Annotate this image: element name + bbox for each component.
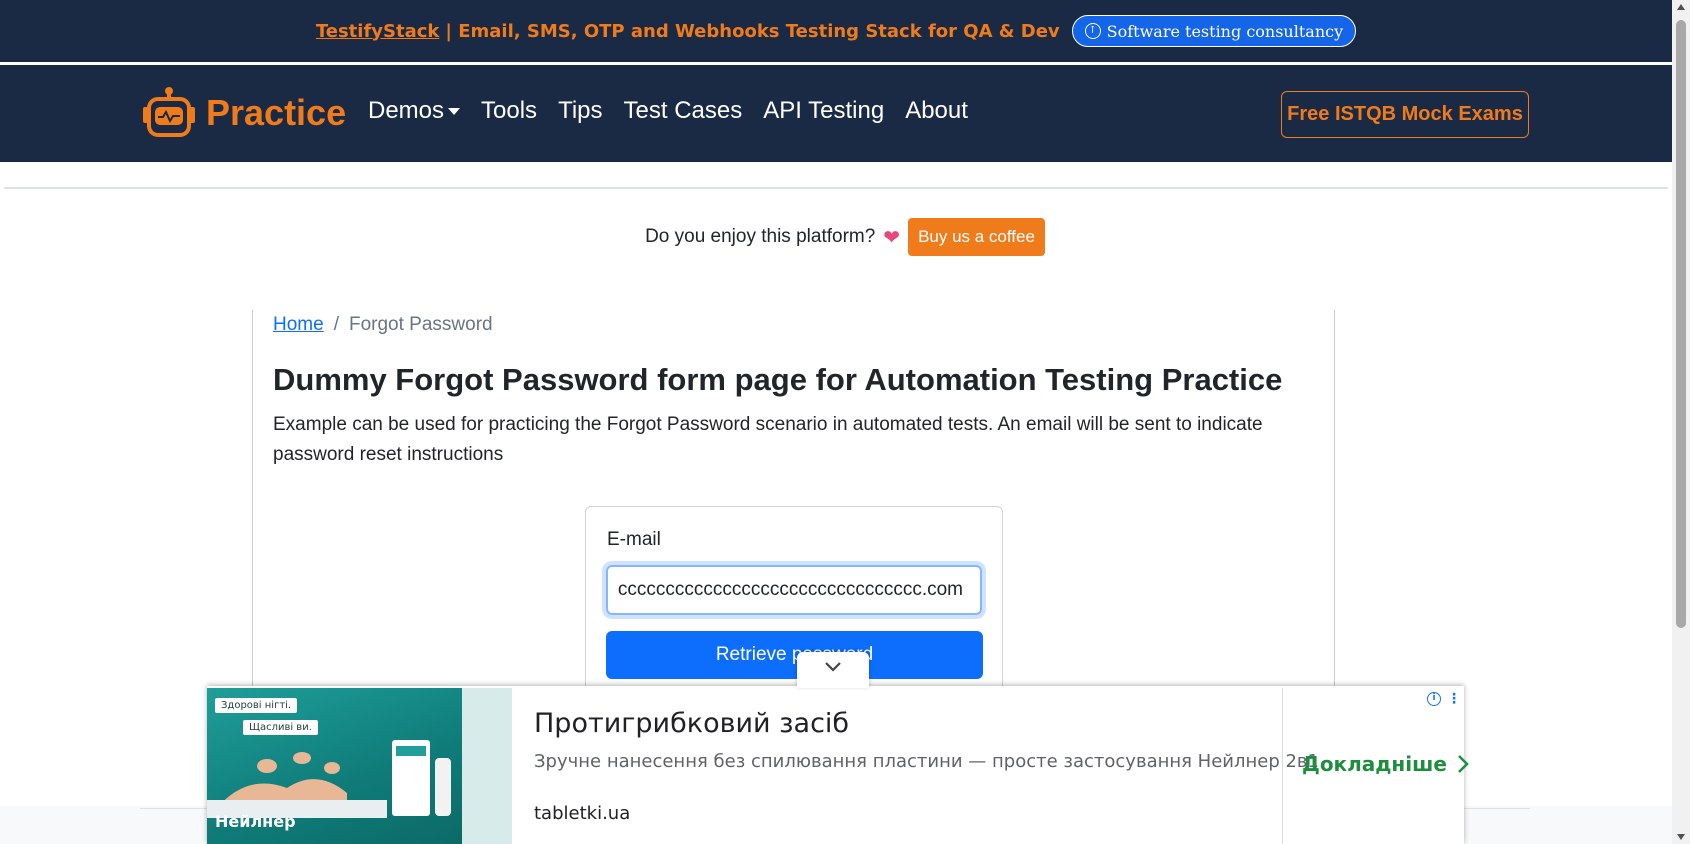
main-navbar: Practice Demos Tools Tips Test Cases API… <box>0 65 1672 162</box>
brand-logo-link[interactable]: Practice <box>140 85 346 141</box>
retrieve-password-button[interactable]: Retrieve password <box>606 631 983 679</box>
page-description: Example can be used for practicing the F… <box>273 414 1263 465</box>
nav-tips[interactable]: Tips <box>558 97 602 125</box>
nav-api-testing[interactable]: API Testing <box>763 97 884 125</box>
robot-logo-icon <box>143 87 195 137</box>
breadcrumb-current: Forgot Password <box>348 314 493 335</box>
support-row: Do you enjoy this platform? ❤ Buy us a c… <box>0 218 1690 256</box>
nav-links: Demos Tools Tips Test Cases API Testing … <box>368 97 968 125</box>
nav-demos[interactable]: Demos <box>368 97 461 125</box>
ad-image-tag: Здорові нігті. <box>215 698 298 713</box>
buy-coffee-button[interactable]: Buy us a coffee <box>908 218 1045 256</box>
ad-image-brand: Нейлнер <box>215 812 296 831</box>
breadcrumb-separator: / <box>333 314 339 335</box>
ad-title[interactable]: Протигрибковий засіб <box>534 708 849 739</box>
forgot-password-form: E-mail cccccccccccccccccccccccccccccccc.… <box>585 506 1003 706</box>
ad-divider <box>1282 688 1283 844</box>
announcement-text: | Email, SMS, OTP and Webhooks Testing S… <box>445 20 1060 42</box>
chevron-down-icon <box>825 662 841 672</box>
ad-image: Здорові нігті. Щасливі ви. Нейлнер <box>207 688 462 844</box>
caret-down-icon <box>448 108 461 116</box>
ad-image-stripe <box>462 688 512 844</box>
section-divider <box>4 187 1668 189</box>
content-card: Home / Forgot Password Dummy Forgot Pass… <box>252 310 1335 706</box>
announcement-bar: TestifyStack | Email, SMS, OTP and Webho… <box>0 0 1672 62</box>
nav-demos-label: Demos <box>368 97 445 124</box>
arrow-circle-icon: ↑ <box>1084 23 1101 39</box>
anchor-ad[interactable]: Здорові нігті. Щасливі ви. Нейлнер Проти… <box>207 686 1469 844</box>
testifystack-link[interactable]: TestifyStack <box>316 21 440 42</box>
consultancy-button[interactable]: ↑ Software testing consultancy <box>1071 15 1357 47</box>
support-question: Do you enjoy this platform? <box>645 226 876 247</box>
ad-domain: tabletki.ua <box>534 803 631 824</box>
ad-cta-button[interactable]: Докладніше <box>1302 752 1469 776</box>
breadcrumb: Home / Forgot Password <box>273 314 493 336</box>
ad-image-tag: Щасливі ви. <box>243 720 318 735</box>
ad-cta-label: Докладніше <box>1302 752 1447 776</box>
more-options-icon[interactable]: ⋮ <box>1447 692 1461 706</box>
brand-name: Practice <box>206 92 347 133</box>
breadcrumb-home-link[interactable]: Home <box>273 314 324 336</box>
email-label: E-mail <box>607 529 661 550</box>
heart-icon: ❤ <box>883 225 901 249</box>
consultancy-button-label: Software testing consultancy <box>1106 21 1344 41</box>
feet-illustration-icon <box>207 740 451 818</box>
ad-info-controls: i ⋮ <box>1427 692 1461 706</box>
chevron-right-icon <box>1458 755 1469 773</box>
email-field[interactable]: cccccccccccccccccccccccccccccccc.com <box>606 565 982 615</box>
email-field-value: cccccccccccccccccccccccccccccccc.com <box>617 579 963 600</box>
istqb-mock-exams-button[interactable]: Free ISTQB Mock Exams <box>1281 91 1529 138</box>
scrollbar[interactable] <box>1672 0 1690 844</box>
nav-tools[interactable]: Tools <box>481 97 537 125</box>
page-title: Dummy Forgot Password form page for Auto… <box>273 362 1283 397</box>
nav-test-cases[interactable]: Test Cases <box>624 97 743 125</box>
info-icon[interactable]: i <box>1427 692 1441 706</box>
ad-collapse-button[interactable] <box>797 652 869 688</box>
scroll-up-icon[interactable] <box>1677 4 1685 10</box>
scroll-down-icon[interactable] <box>1677 834 1685 840</box>
nav-about[interactable]: About <box>905 97 968 125</box>
scrollbar-thumb[interactable] <box>1676 20 1686 628</box>
